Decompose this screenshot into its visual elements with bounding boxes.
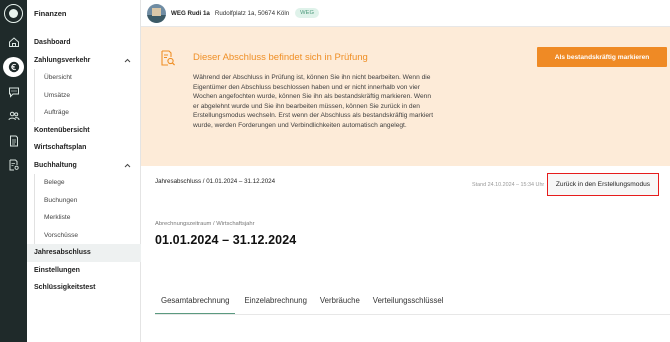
banner-text: Während der Abschluss in Prüfung ist, kö… (193, 74, 434, 129)
tab-divider (155, 314, 670, 315)
return-to-edit-mode-button[interactable]: Zurück in den Erstellungsmodus (547, 173, 659, 196)
page-title: 01.01.2024 – 31.12.2024 (155, 233, 297, 247)
sidebar-item-auftraege[interactable]: Aufträge (27, 104, 141, 122)
chat-icon[interactable] (5, 83, 22, 100)
sidebar-item-merkliste[interactable]: Merkliste (27, 209, 141, 227)
breadcrumb: Jahresabschluss / 01.01.2024 – 31.12.202… (155, 178, 276, 185)
sidebar-item-label: Buchhaltung (34, 161, 77, 169)
sidebar-item-label: Wirtschaftsplan (34, 144, 87, 152)
sidebar-item-label: Umsätze (44, 91, 71, 99)
sidebar-item-label: Vorschüsse (44, 231, 79, 239)
banner-title: Dieser Abschluss befindet sich in Prüfun… (193, 52, 368, 63)
app-logo-icon[interactable] (4, 4, 23, 23)
period-label: Abrechnungszeitraum / Wirtschaftsjahr (155, 221, 255, 227)
home-icon[interactable] (5, 33, 22, 50)
sidebar-item-umsaetze[interactable]: Umsätze (27, 87, 141, 105)
tab-einzelabrechnung[interactable]: Einzelabrechnung (244, 292, 306, 315)
sidebar-item-buchhaltung[interactable]: Buchhaltung (27, 157, 141, 175)
mark-final-button[interactable]: Als bestandskräftig markieren (537, 47, 667, 67)
sidebar-item-einstellungen[interactable]: Einstellungen (27, 262, 141, 280)
sidebar-nav: Dashboard Zahlungsverkehr Übersicht Umsä… (27, 34, 141, 297)
sidebar-item-label: Merkliste (44, 214, 71, 222)
property-avatar (147, 3, 166, 23)
sidebar-item-label: Jahresabschluss (34, 249, 91, 257)
sidebar-item-jahresabschluss[interactable]: Jahresabschluss (27, 244, 141, 262)
finance-euro-icon[interactable] (3, 57, 24, 77)
sidebar-item-uebersicht[interactable]: Übersicht (27, 69, 141, 87)
sidebar-item-vorschuesse[interactable]: Vorschüsse (27, 227, 141, 245)
sidebar-item-label: Dashboard (34, 39, 71, 47)
property-header: WEG Rudi 1a Rudolfplatz 1a, 50674 Köln W… (141, 0, 670, 27)
property-type-badge: WEG (295, 8, 320, 18)
sidebar-item-buchungen[interactable]: Buchungen (27, 192, 141, 210)
document-settings-icon[interactable] (5, 156, 22, 173)
icon-rail (0, 0, 27, 342)
tab-verteilungsschluessel[interactable]: Verteilungsschlüssel (373, 292, 444, 315)
main-content: Jahresabschluss / 01.01.2024 – 31.12.202… (141, 166, 670, 342)
sidebar-item-zahlungsverkehr[interactable]: Zahlungsverkehr (27, 52, 141, 70)
sidebar-item-wirtschaftsplan[interactable]: Wirtschaftsplan (27, 139, 141, 157)
sidebar-item-label: Aufträge (44, 109, 69, 117)
sidebar-item-schluessigkeitstest[interactable]: Schlüssigkeitstest (27, 279, 141, 297)
chevron-up-icon[interactable] (124, 58, 131, 63)
sidebar-item-label: Übersicht (44, 74, 72, 82)
sidebar-item-label: Zahlungsverkehr (34, 56, 91, 64)
sidebar: Finanzen Dashboard Zahlungsverkehr Übers… (27, 0, 141, 342)
sidebar-item-label: Kontenübersicht (34, 126, 90, 134)
property-address: Rudolfplatz 1a, 50674 Köln (214, 9, 290, 17)
sidebar-item-label: Schlüssigkeitstest (34, 284, 96, 292)
sidebar-title: Finanzen (34, 9, 67, 18)
tab-gesamtabrechnung[interactable]: Gesamtabrechnung (155, 292, 236, 315)
document-icon[interactable] (5, 132, 22, 149)
people-icon[interactable] (5, 107, 22, 124)
property-name: WEG Rudi 1a (171, 9, 210, 17)
chevron-up-icon[interactable] (124, 163, 131, 168)
sidebar-item-label: Buchungen (44, 196, 78, 204)
tab-verbraeuche[interactable]: Verbräuche (320, 292, 360, 315)
sidebar-item-belege[interactable]: Belege (27, 174, 141, 192)
sidebar-item-label: Belege (44, 179, 65, 187)
tab-bar: Gesamtabrechnung Einzelabrechnung Verbrä… (155, 292, 456, 315)
review-status-banner: Dieser Abschluss befindet sich in Prüfun… (141, 27, 670, 166)
last-updated-timestamp: Stand 24.10.2024 – 15:34 Uhr (472, 182, 545, 188)
sidebar-item-dashboard[interactable]: Dashboard (27, 34, 141, 52)
sidebar-item-label: Einstellungen (34, 266, 80, 274)
sidebar-item-kontenuebersicht[interactable]: Kontenübersicht (27, 122, 141, 140)
document-search-icon (160, 50, 176, 67)
